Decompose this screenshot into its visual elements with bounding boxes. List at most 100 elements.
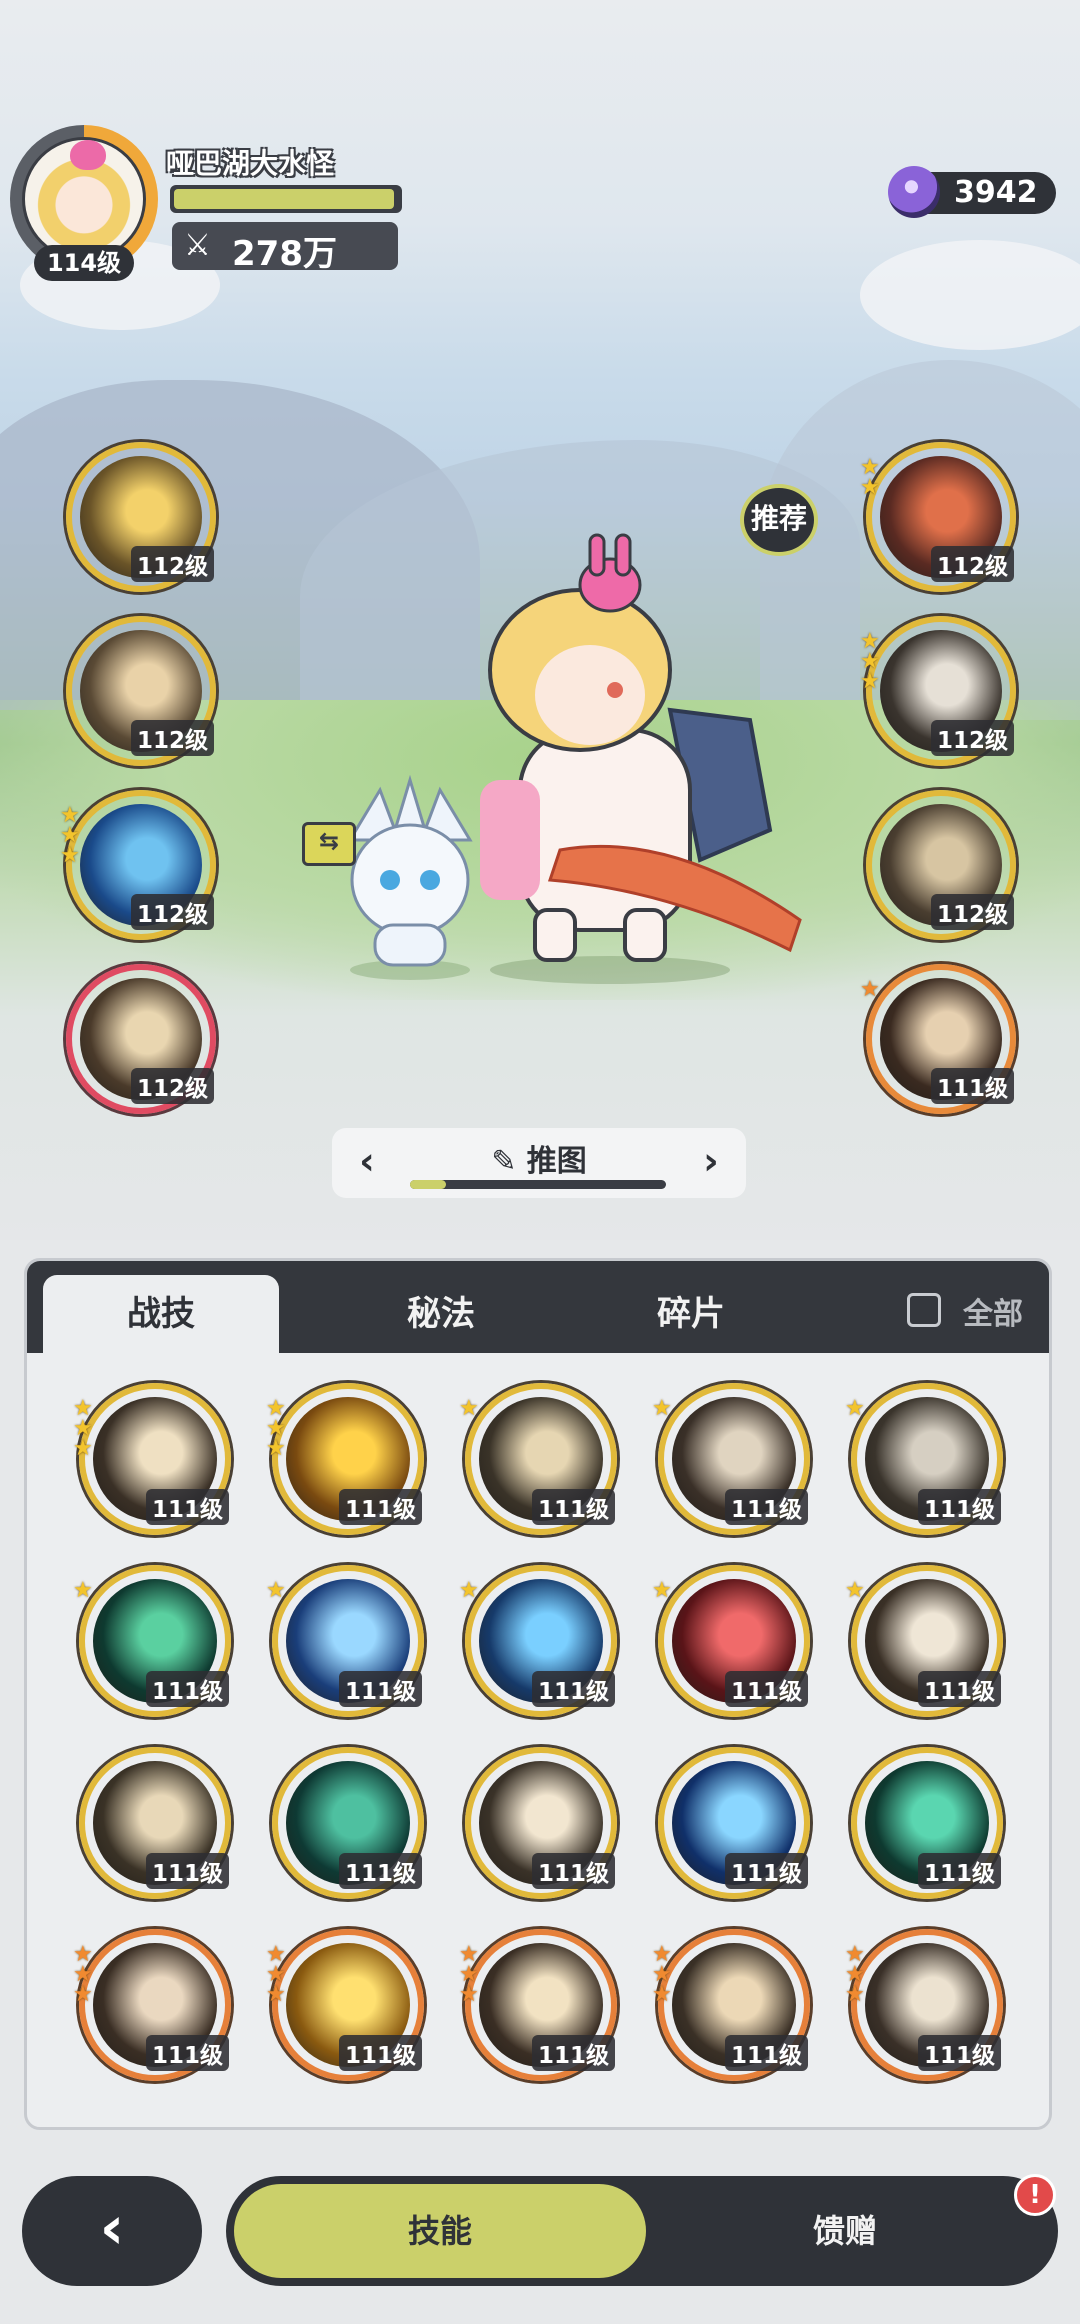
skill-card[interactable]: ★ 111级	[652, 1565, 810, 1717]
loadout-progress-fill	[410, 1180, 446, 1189]
star-rank-icon: ★	[652, 1578, 672, 1603]
skill-level-label: 111级	[917, 2035, 1001, 2071]
star-rank-icon: ★	[845, 1396, 865, 1421]
combat-power: ⚔ 278万	[172, 222, 398, 274]
skill-tab-bar: 战技 秘法 碎片 全部	[27, 1261, 1049, 1353]
equipped-skill-slot[interactable]: 112级	[866, 790, 1016, 940]
skill-level-label: 112级	[130, 720, 214, 756]
skill-card[interactable]: 111级	[658, 1747, 810, 1899]
pencil-icon: ✎	[491, 1144, 517, 1179]
equipped-skill-slot[interactable]: 112级	[66, 964, 216, 1114]
star-rank-icon: ★ ★ ★	[652, 1942, 672, 2007]
loadout-selector: ‹ ✎ 推图 ›	[332, 1128, 746, 1198]
star-rank-icon: ★	[459, 1578, 479, 1603]
skill-level-label: 112级	[930, 720, 1014, 756]
equipped-skill-slot[interactable]: ★ ★ 112级	[860, 442, 1016, 592]
star-rank-icon: ★ ★	[860, 455, 880, 500]
skill-level-label: 111级	[338, 1671, 422, 1707]
star-rank-icon: ★	[845, 1578, 865, 1603]
player-character	[480, 533, 802, 984]
equipped-skill-slot[interactable]: 112级	[66, 442, 216, 592]
skill-card[interactable]: ★ 111级	[459, 1383, 617, 1535]
star-rank-icon: ★	[73, 1578, 93, 1603]
star-rank-icon: ★	[459, 1396, 479, 1421]
skill-card[interactable]: ★ ★ ★ 111级	[845, 1929, 1003, 2081]
skill-card[interactable]: ★ 111级	[73, 1565, 231, 1717]
star-rank-icon: ★ ★ ★	[266, 1396, 286, 1461]
equipped-skill-slot[interactable]: ★ ★ ★ 112级	[860, 616, 1016, 766]
skill-card[interactable]: ★ 111级	[459, 1565, 617, 1717]
equipped-skill-slot[interactable]: ★ 111级	[860, 964, 1016, 1114]
nav-skill-tab[interactable]: 技能	[234, 2184, 646, 2278]
star-rank-icon: ★	[860, 977, 880, 1002]
star-rank-icon: ★	[652, 1396, 672, 1421]
star-rank-icon: ★ ★ ★	[73, 1396, 93, 1461]
skill-card[interactable]: ★ ★ ★ 111级	[266, 1929, 424, 2081]
skill-level-label: 111级	[338, 1853, 422, 1889]
skill-level-label: 112级	[930, 894, 1014, 930]
gem-icon	[888, 166, 940, 218]
skill-level-label: 111级	[917, 1671, 1001, 1707]
skill-card[interactable]: ★ ★ ★ 111级	[459, 1929, 617, 2081]
skill-level-label: 111级	[917, 1853, 1001, 1889]
tab-secret-arts[interactable]: 秘法	[323, 1275, 559, 1353]
player-level-badge: 114级	[34, 245, 134, 281]
skill-level-label: 111级	[145, 1853, 229, 1889]
skill-level-label: 111级	[724, 1671, 808, 1707]
player-name: 哑巴湖大水怪	[166, 147, 335, 180]
combat-power-value: 278万	[232, 234, 337, 274]
skill-card[interactable]: ★ ★ ★ 111级	[266, 1383, 424, 1535]
skill-level-label: 112级	[130, 894, 214, 930]
skill-grid: ★ ★ ★ 111级 ★ ★ ★ 111级 ★ 111级 ★ 111级 ★ 111级 ★ 111级 ★ 111级 ★…	[27, 1353, 1049, 2127]
skill-card[interactable]: 111级	[79, 1747, 231, 1899]
skill-level-label: 112级	[130, 1068, 214, 1104]
next-loadout-button[interactable]: ›	[686, 1136, 736, 1186]
skill-level-label: 111级	[145, 1489, 229, 1525]
equipped-skill-slot[interactable]: 112级	[66, 616, 216, 766]
skill-level-label: 111级	[531, 1853, 615, 1889]
skill-level-label: 111级	[145, 1671, 229, 1707]
skill-card[interactable]: ★ 111级	[266, 1565, 424, 1717]
skill-card[interactable]: ★ 111级	[652, 1383, 810, 1535]
star-rank-icon: ★ ★ ★	[845, 1942, 865, 2007]
skill-level-label: 111级	[531, 2035, 615, 2071]
show-all-checkbox[interactable]	[907, 1293, 941, 1327]
skill-level-label: 111级	[531, 1671, 615, 1707]
gift-alert-badge: !	[1014, 2174, 1056, 2216]
skill-card[interactable]: ★ 111级	[845, 1383, 1003, 1535]
experience-bar	[170, 185, 402, 213]
back-button[interactable]: ‹	[22, 2176, 202, 2286]
skill-card[interactable]: 111级	[272, 1747, 424, 1899]
chevron-left-icon: ‹	[99, 2193, 125, 2263]
loadout-name-button[interactable]: ✎ 推图	[332, 1136, 746, 1180]
skill-level-label: 111级	[930, 1068, 1014, 1104]
skill-level-label: 111级	[338, 2035, 422, 2071]
tab-fragments[interactable]: 碎片	[573, 1275, 809, 1353]
skill-card[interactable]: ★ ★ ★ 111级	[73, 1383, 231, 1535]
skill-level-label: 111级	[917, 1489, 1001, 1525]
equipped-skill-slot[interactable]: ★ ★ ★ 112级	[60, 790, 216, 940]
skill-level-label: 112级	[130, 546, 214, 582]
skill-level-label: 111级	[531, 1489, 615, 1525]
skill-card[interactable]: 111级	[851, 1747, 1003, 1899]
show-all-label: 全部	[963, 1297, 1023, 1332]
cloud	[860, 240, 1080, 350]
skill-card[interactable]: 111级	[465, 1747, 617, 1899]
skill-level-label: 111级	[724, 1489, 808, 1525]
skill-card[interactable]: ★ ★ ★ 111级	[652, 1929, 810, 2081]
skill-level-label: 112级	[930, 546, 1014, 582]
star-rank-icon: ★ ★ ★	[266, 1942, 286, 2007]
swap-pet-button[interactable]: ⇆	[302, 822, 356, 866]
crossed-swords-icon: ⚔	[184, 228, 211, 263]
gem-currency[interactable]: 3942	[888, 166, 1056, 218]
loadout-name: 推图	[526, 1144, 587, 1179]
star-rank-icon: ★ ★ ★	[73, 1942, 93, 2007]
skill-level-label: 111级	[145, 2035, 229, 2071]
skill-card[interactable]: ★ ★ ★ 111级	[73, 1929, 231, 2081]
star-rank-icon: ★ ★ ★	[459, 1942, 479, 2007]
nav-gift-tab[interactable]: 馈赠	[720, 2184, 970, 2278]
skill-card[interactable]: ★ 111级	[845, 1565, 1003, 1717]
bunny-hat-icon	[70, 140, 106, 170]
skill-level-label: 111级	[724, 2035, 808, 2071]
tab-combat-skills[interactable]: 战技	[43, 1275, 279, 1353]
